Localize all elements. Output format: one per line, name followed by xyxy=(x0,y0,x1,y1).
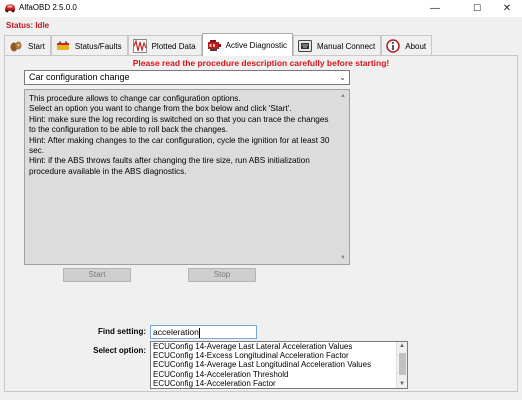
find-setting-label: Find setting: xyxy=(98,327,146,336)
connector-icon xyxy=(297,39,312,53)
select-option-label: Select option: xyxy=(93,346,146,355)
maximize-button[interactable]: ☐ xyxy=(460,0,494,17)
tab-manual-connect[interactable]: Manual Connect xyxy=(292,35,382,56)
tab-status-faults[interactable]: Status/Faults xyxy=(50,35,128,56)
tab-start-label: Start xyxy=(28,41,45,51)
description-line: This procedure allows to change car conf… xyxy=(29,94,241,103)
start-icon xyxy=(9,39,23,53)
find-setting-value: acceleration xyxy=(153,327,199,337)
window-titlebar: AlfaOBD 2.5.0.0 — ☐ ✕ xyxy=(0,0,522,17)
window-title: AlfaOBD 2.5.0.0 xyxy=(19,3,77,12)
scroll-up-arrow-icon[interactable]: ▲ xyxy=(340,91,346,101)
minimize-button[interactable]: — xyxy=(418,0,452,17)
list-item[interactable]: ECUConfig 14-Average Last Lateral Accele… xyxy=(151,342,407,351)
tab-about-label: About xyxy=(405,41,427,51)
description-line: Select an option you want to change from… xyxy=(29,104,292,114)
alfaobd-car-icon xyxy=(4,3,16,13)
close-button[interactable]: ✕ xyxy=(490,0,522,17)
scroll-down-arrow-icon[interactable]: ▼ xyxy=(399,381,405,387)
procedure-select[interactable]: Car configuration change ⌄ xyxy=(24,70,350,85)
scroll-down-arrow-icon[interactable]: ▼ xyxy=(340,253,346,263)
description-line: Hint: make sure the log recording is swi… xyxy=(29,114,329,135)
procedure-select-value: Car configuration change xyxy=(29,72,130,82)
tab-plotted-data-label: Plotted Data xyxy=(151,41,196,51)
tab-start[interactable]: Start xyxy=(4,35,51,56)
main-tabs: Start Status/Faults Plotted Data Active … xyxy=(4,33,433,56)
battery-icon xyxy=(56,39,70,53)
select-option-list[interactable]: ECUConfig 14-Average Last Lateral Accele… xyxy=(150,341,408,389)
tab-about[interactable]: About xyxy=(381,35,433,56)
tab-plotted-data[interactable]: Plotted Data xyxy=(127,35,202,56)
tab-active-diagnostic[interactable]: Active Diagnostic xyxy=(201,33,293,56)
procedure-description: This procedure allows to change car conf… xyxy=(24,89,350,265)
info-icon xyxy=(386,39,400,53)
find-setting-input[interactable]: acceleration xyxy=(150,325,257,339)
text-caret xyxy=(198,327,200,338)
scrollbar-thumb[interactable] xyxy=(399,353,406,375)
start-button[interactable]: Start xyxy=(63,268,131,282)
stop-button[interactable]: Stop xyxy=(188,268,256,282)
tab-manual-connect-label: Manual Connect xyxy=(316,41,376,51)
list-item[interactable]: ECUConfig 14-Excess Longitudinal Acceler… xyxy=(151,351,407,360)
list-item[interactable]: ECUConfig 14-Average Last Longitudinal A… xyxy=(151,360,407,369)
description-scrollbar[interactable]: ▲ ▼ xyxy=(338,90,349,264)
engine-icon xyxy=(207,38,221,52)
description-line: Hint: if the ABS throws faults after cha… xyxy=(29,156,310,176)
list-item[interactable]: ECUConfig 14-Acceleration Factor xyxy=(151,379,407,388)
option-list-scrollbar[interactable]: ▲ ▼ xyxy=(396,342,407,388)
list-item[interactable]: ECUConfig 14-Acceleration Threshold xyxy=(151,370,407,379)
tab-status-faults-label: Status/Faults xyxy=(74,41,122,51)
scroll-up-arrow-icon[interactable]: ▲ xyxy=(399,343,405,349)
chevron-down-icon[interactable]: ⌄ xyxy=(339,72,346,83)
status-label: Status: Idle xyxy=(6,21,50,30)
procedure-warning: Please read the procedure description ca… xyxy=(132,58,390,68)
tab-active-diagnostic-label: Active Diagnostic xyxy=(225,40,287,50)
waveform-icon xyxy=(132,38,147,53)
description-line: Hint: After making changes to the car co… xyxy=(29,135,330,156)
